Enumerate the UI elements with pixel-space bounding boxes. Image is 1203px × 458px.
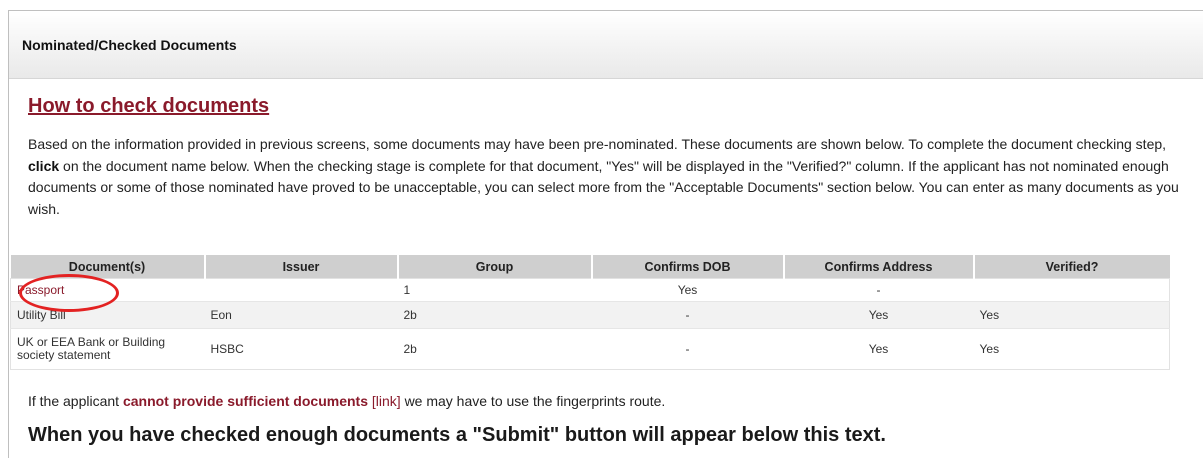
insufficient-documents-note: If the applicant cannot provide sufficie… bbox=[28, 393, 665, 409]
note-text-before: If the applicant bbox=[28, 393, 120, 409]
group-cell: 1 bbox=[397, 278, 592, 302]
col-header-confirms-address[interactable]: Confirms Address bbox=[783, 255, 975, 279]
document-cell[interactable]: UK or EEA Bank or Building society state… bbox=[11, 329, 205, 370]
intro-text-2: on the document name below. When the che… bbox=[28, 157, 1179, 217]
content-area: How to check documents Based on the info… bbox=[28, 94, 1188, 220]
intro-click-word: click bbox=[28, 157, 60, 174]
cannot-provide-link[interactable]: cannot provide sufficient documents bbox=[123, 393, 368, 409]
documents-table: Document(s) Issuer Group Confirms DOB Co… bbox=[10, 255, 1170, 370]
intro-text-1: Based on the information provided in pre… bbox=[28, 136, 1167, 152]
address-cell: - bbox=[783, 278, 974, 302]
verified-cell: Yes bbox=[973, 301, 1170, 329]
passport-highlight-circle bbox=[19, 274, 119, 312]
table-header-row: Document(s) Issuer Group Confirms DOB Co… bbox=[10, 255, 1170, 279]
how-to-check-link[interactable]: How to check documents bbox=[28, 94, 269, 118]
panel-title: Nominated/Checked Documents bbox=[9, 11, 1203, 79]
dob-cell: - bbox=[591, 301, 784, 329]
issuer-cell bbox=[204, 278, 398, 302]
dob-cell: Yes bbox=[591, 278, 784, 302]
fingerprints-link[interactable]: [link] bbox=[372, 393, 401, 409]
table-row: Utility Bill Eon 2b - Yes Yes bbox=[10, 301, 1170, 329]
address-cell: Yes bbox=[868, 341, 889, 356]
table-row: UK or EEA Bank or Building society state… bbox=[11, 329, 1170, 370]
address-cell: Yes bbox=[783, 301, 974, 329]
submit-instruction: When you have checked enough documents a… bbox=[28, 424, 886, 446]
verified-cell bbox=[973, 278, 1170, 302]
col-header-group[interactable]: Group bbox=[397, 255, 593, 279]
issuer-cell: Eon bbox=[204, 301, 398, 329]
note-text-after: we may have to use the fingerprints rout… bbox=[404, 393, 666, 409]
dob-cell: - bbox=[685, 341, 690, 356]
col-header-documents[interactable]: Document(s) bbox=[10, 255, 206, 279]
col-header-confirms-dob[interactable]: Confirms DOB bbox=[591, 255, 785, 279]
issuer-cell: HSBC bbox=[210, 341, 244, 356]
documents-panel: Nominated/Checked Documents bbox=[8, 10, 1203, 458]
intro-paragraph: Based on the information provided in pre… bbox=[28, 134, 1188, 220]
group-cell: 2b bbox=[403, 341, 417, 356]
verified-cell: Yes bbox=[979, 341, 1000, 356]
col-header-verified[interactable]: Verified? bbox=[973, 255, 1170, 279]
col-header-issuer[interactable]: Issuer bbox=[204, 255, 399, 279]
group-cell: 2b bbox=[397, 301, 592, 329]
table-row: Passport 1 Yes - bbox=[10, 278, 1170, 302]
